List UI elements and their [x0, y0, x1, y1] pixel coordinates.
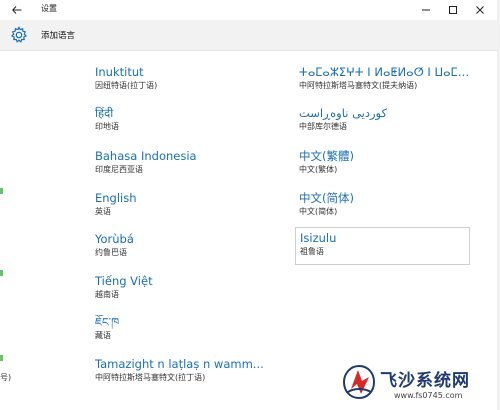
language-subtitle: 中阿特拉斯塔马塞特文(拉丁语): [95, 373, 206, 382]
language-item-zulu[interactable]: Isizulu 祖鲁语: [295, 227, 470, 265]
language-subtitle: 印地语: [95, 122, 119, 131]
minimize-button[interactable]: [413, 0, 439, 20]
language-subtitle: 中文(繁体): [299, 165, 338, 174]
language-subtitle: 中文(简体): [299, 207, 338, 216]
watermark-logo-icon: [342, 364, 376, 400]
language-name: Tamazight n laṭlaṣ n wamm...: [95, 357, 264, 371]
watermark-title: 飞沙系统网: [380, 371, 470, 391]
background-window-text: 号): [0, 373, 12, 382]
language-subtitle: 越南语: [95, 290, 119, 299]
language-name: हिंदी: [95, 106, 114, 120]
language-subtitle: 约鲁巴语: [95, 248, 127, 257]
background-window-edge: [0, 188, 3, 194]
language-name: 中文(简体): [299, 191, 354, 205]
language-name: Isizulu: [300, 231, 337, 245]
language-subtitle: 祖鲁语: [300, 247, 324, 256]
language-name: Inuktitut: [95, 65, 144, 79]
close-button[interactable]: [467, 0, 493, 20]
close-icon: [476, 6, 484, 14]
language-name: کوردیی ناوەڕاست: [299, 106, 387, 120]
language-item-english[interactable]: English 英语: [95, 191, 270, 229]
settings-window: 设置 添加语言 Inuktitut 因纽特语(拉丁语) हिंदी 印地语 Ba…: [0, 0, 497, 410]
language-subtitle: 中部库尔德语: [299, 122, 347, 131]
back-button[interactable]: [6, 2, 28, 18]
language-item-tamazight-latin[interactable]: Tamazight n laṭlaṣ n wamm... 中阿特拉斯塔马塞特文(…: [95, 357, 270, 395]
watermark: 飞沙系统网 www.fs0745.com: [338, 358, 498, 410]
background-window-edge: [0, 355, 3, 361]
language-subtitle: 藏语: [95, 331, 111, 340]
language-name: Tiếng Việt: [95, 274, 153, 288]
page-header: 添加语言: [0, 20, 497, 51]
language-item-tamazight-tifinagh[interactable]: ⵜⴰⵎⴰⵣⵉⵖⵜ ⵏ ⵍⴰⵟⵍⴰⵚ ⵏ ⵡⴰⵎⵎⴰⵙ 中阿特拉斯塔马塞特文(提夫…: [299, 65, 474, 103]
language-name: ཇོང་ཁ: [95, 315, 120, 329]
language-name: Bahasa Indonesia: [95, 149, 197, 163]
language-name: ⵜⴰⵎⴰⵣⵉⵖⵜ ⵏ ⵍⴰⵟⵍⴰⵚ ⵏ ⵡⴰⵎⵎⴰⵙ: [299, 65, 474, 79]
maximize-icon: [449, 6, 457, 14]
window-title: 设置: [41, 4, 57, 13]
page-title: 添加语言: [41, 31, 76, 41]
language-list: Inuktitut 因纽特语(拉丁语) हिंदी 印地语 Bahasa Ind…: [0, 51, 497, 410]
language-item-central-kurdish[interactable]: کوردیی ناوەڕاست 中部库尔德语: [299, 106, 474, 144]
language-item-hindi[interactable]: हिंदी 印地语: [95, 106, 270, 144]
back-arrow-icon: [12, 6, 22, 14]
language-name: 中文(繁體): [299, 149, 354, 163]
language-name: English: [95, 191, 137, 205]
background-window-edge: [0, 270, 3, 276]
language-item-vietnamese[interactable]: Tiếng Việt 越南语: [95, 274, 270, 312]
language-item-chinese-traditional[interactable]: 中文(繁體) 中文(繁体): [299, 149, 474, 187]
language-item-tibetan[interactable]: ཇོང་ཁ 藏语: [95, 315, 270, 353]
language-item-chinese-simplified[interactable]: 中文(简体) 中文(简体): [299, 191, 474, 229]
language-item-indonesian[interactable]: Bahasa Indonesia 印度尼西亚语: [95, 149, 270, 187]
watermark-url: www.fs0745.com: [394, 391, 463, 400]
language-subtitle: 英语: [95, 207, 111, 216]
gear-icon: [11, 26, 27, 43]
maximize-button[interactable]: [440, 0, 466, 20]
language-subtitle: 印度尼西亚语: [95, 165, 143, 174]
title-bar: 设置: [0, 0, 497, 20]
language-item-yoruba[interactable]: Yorùbá 约鲁巴语: [95, 232, 270, 270]
language-item-inuktitut[interactable]: Inuktitut 因纽特语(拉丁语): [95, 65, 270, 103]
language-name: Yorùbá: [95, 232, 134, 246]
minimize-icon: [422, 9, 430, 11]
language-subtitle: 因纽特语(拉丁语): [95, 81, 158, 90]
language-subtitle: 中阿特拉斯塔马塞特文(提夫纳语): [299, 81, 418, 90]
